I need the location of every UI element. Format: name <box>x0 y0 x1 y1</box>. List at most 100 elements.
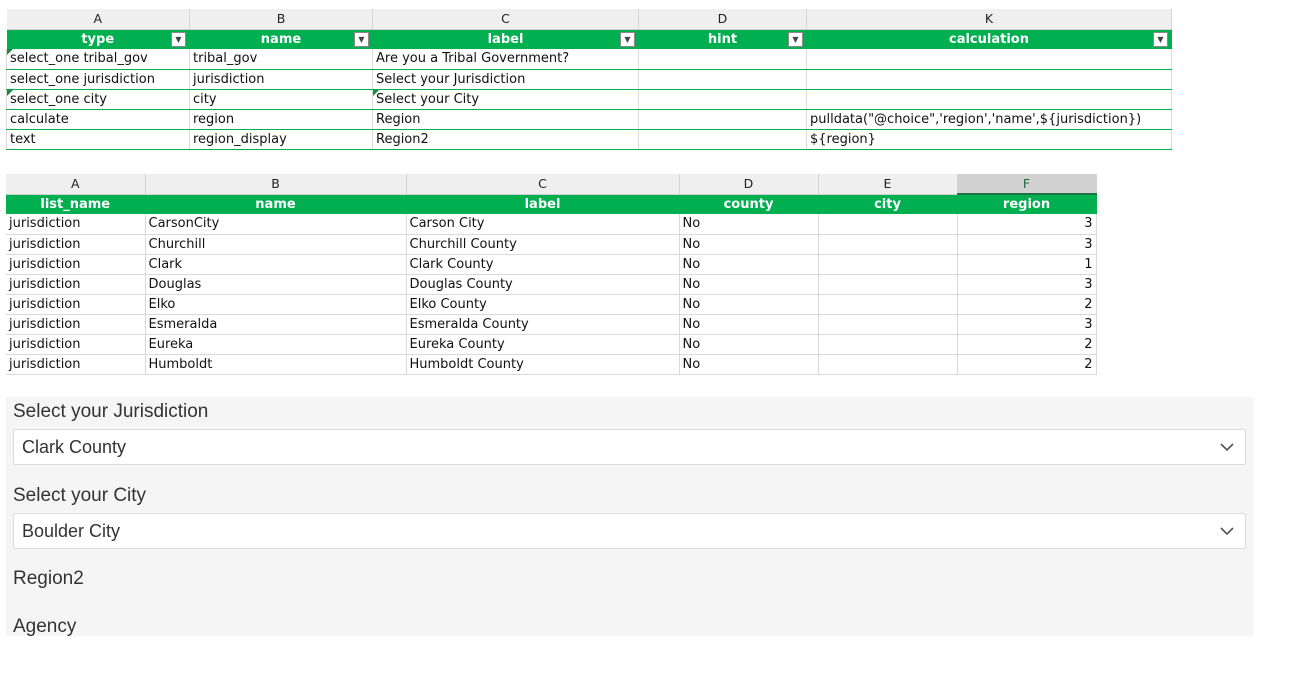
cell[interactable]: jurisdiction <box>189 69 373 90</box>
cell[interactable] <box>638 69 807 90</box>
cell[interactable]: jurisdiction <box>6 234 146 255</box>
cell[interactable]: Humboldt County <box>406 354 680 375</box>
cell[interactable]: Eureka County <box>406 334 680 355</box>
cell[interactable]: 3 <box>957 234 1097 255</box>
cell[interactable]: No <box>679 234 819 255</box>
cell[interactable]: jurisdiction <box>6 214 146 235</box>
cell[interactable]: jurisdiction <box>6 354 146 375</box>
column-letter[interactable]: D <box>638 9 807 30</box>
cell[interactable]: No <box>679 214 819 235</box>
filter-dropdown-icon[interactable]: ▼ <box>1153 31 1168 47</box>
cell[interactable]: jurisdiction <box>6 294 146 315</box>
cell[interactable]: Esmeralda <box>145 314 407 335</box>
header-cell-type[interactable]: type ▼ <box>6 29 190 49</box>
cell[interactable]: Region2 <box>372 129 639 150</box>
cell[interactable]: Region <box>372 109 639 130</box>
column-letter[interactable]: C <box>406 174 680 195</box>
cell[interactable] <box>638 109 807 130</box>
cell[interactable]: Esmeralda County <box>406 314 680 335</box>
cell[interactable] <box>638 129 807 150</box>
cell[interactable]: No <box>679 334 819 355</box>
cell[interactable] <box>806 69 1172 90</box>
cell[interactable]: Churchill County <box>406 234 680 255</box>
cell[interactable] <box>806 49 1172 70</box>
cell[interactable]: text <box>6 129 190 150</box>
cell[interactable]: No <box>679 314 819 335</box>
column-letter-selected[interactable]: F <box>957 174 1097 195</box>
cell[interactable]: calculate <box>6 109 190 130</box>
cell[interactable]: select_one city <box>6 89 190 110</box>
cell[interactable]: ${region} <box>806 129 1172 150</box>
city-select[interactable]: Boulder City <box>13 513 1246 549</box>
column-letter[interactable]: K <box>806 9 1172 30</box>
cell[interactable]: jurisdiction <box>6 274 146 295</box>
cell[interactable] <box>818 234 958 255</box>
cell[interactable]: Douglas <box>145 274 407 295</box>
filter-dropdown-icon[interactable]: ▼ <box>354 31 369 47</box>
cell[interactable]: Douglas County <box>406 274 680 295</box>
header-cell-label[interactable]: label ▼ <box>372 29 639 49</box>
header-cell-name[interactable]: name ▼ <box>189 29 373 49</box>
cell[interactable]: Elko County <box>406 294 680 315</box>
header-cell-county[interactable]: county <box>679 194 819 214</box>
header-cell-calculation[interactable]: calculation ▼ <box>806 29 1172 49</box>
cell[interactable]: Elko <box>145 294 407 315</box>
cell[interactable]: tribal_gov <box>189 49 373 70</box>
cell[interactable]: Churchill <box>145 234 407 255</box>
column-letter[interactable]: B <box>189 9 373 30</box>
filter-dropdown-icon[interactable]: ▼ <box>788 31 803 47</box>
header-cell-list-name[interactable]: list_name <box>6 194 146 214</box>
column-letter[interactable]: C <box>372 9 639 30</box>
cell[interactable]: 3 <box>957 274 1097 295</box>
cell[interactable]: jurisdiction <box>6 314 146 335</box>
cell[interactable]: 3 <box>957 214 1097 235</box>
cell[interactable] <box>806 89 1172 110</box>
cell[interactable] <box>818 354 958 375</box>
header-cell-name[interactable]: name <box>145 194 407 214</box>
header-cell-city[interactable]: city <box>818 194 958 214</box>
cell[interactable]: Eureka <box>145 334 407 355</box>
header-cell-hint[interactable]: hint ▼ <box>638 29 807 49</box>
cell[interactable]: No <box>679 294 819 315</box>
cell[interactable]: 2 <box>957 294 1097 315</box>
filter-dropdown-icon[interactable]: ▼ <box>171 31 186 47</box>
cell[interactable]: jurisdiction <box>6 334 146 355</box>
cell[interactable]: Select your City <box>372 89 639 110</box>
cell[interactable]: No <box>679 274 819 295</box>
cell[interactable]: Clark <box>145 254 407 275</box>
cell[interactable]: jurisdiction <box>6 254 146 275</box>
cell[interactable]: select_one jurisdiction <box>6 69 190 90</box>
cell[interactable]: city <box>189 89 373 110</box>
jurisdiction-select[interactable]: Clark County <box>13 429 1246 465</box>
column-letter[interactable]: E <box>818 174 958 195</box>
cell[interactable] <box>818 294 958 315</box>
cell[interactable] <box>818 214 958 235</box>
cell[interactable]: Select your Jurisdiction <box>372 69 639 90</box>
cell[interactable] <box>638 89 807 110</box>
cell[interactable]: 3 <box>957 314 1097 335</box>
cell[interactable] <box>818 274 958 295</box>
header-cell-label[interactable]: label <box>406 194 680 214</box>
cell[interactable] <box>818 334 958 355</box>
cell[interactable]: region <box>189 109 373 130</box>
header-cell-region[interactable]: region <box>957 194 1097 214</box>
cell[interactable]: Carson City <box>406 214 680 235</box>
cell[interactable] <box>818 254 958 275</box>
cell[interactable]: Clark County <box>406 254 680 275</box>
column-letter[interactable]: B <box>145 174 407 195</box>
cell[interactable]: No <box>679 254 819 275</box>
cell[interactable]: Are you a Tribal Government? <box>372 49 639 70</box>
column-letter[interactable]: D <box>679 174 819 195</box>
cell[interactable]: 2 <box>957 354 1097 375</box>
filter-dropdown-icon[interactable]: ▼ <box>620 31 635 47</box>
column-letter[interactable]: A <box>6 174 146 195</box>
cell[interactable]: No <box>679 354 819 375</box>
cell[interactable]: Humboldt <box>145 354 407 375</box>
cell[interactable] <box>818 314 958 335</box>
column-letter[interactable]: A <box>6 9 190 30</box>
cell[interactable] <box>638 49 807 70</box>
cell[interactable]: select_one tribal_gov <box>6 49 190 70</box>
cell[interactable]: 1 <box>957 254 1097 275</box>
cell[interactable]: CarsonCity <box>145 214 407 235</box>
cell[interactable]: 2 <box>957 334 1097 355</box>
